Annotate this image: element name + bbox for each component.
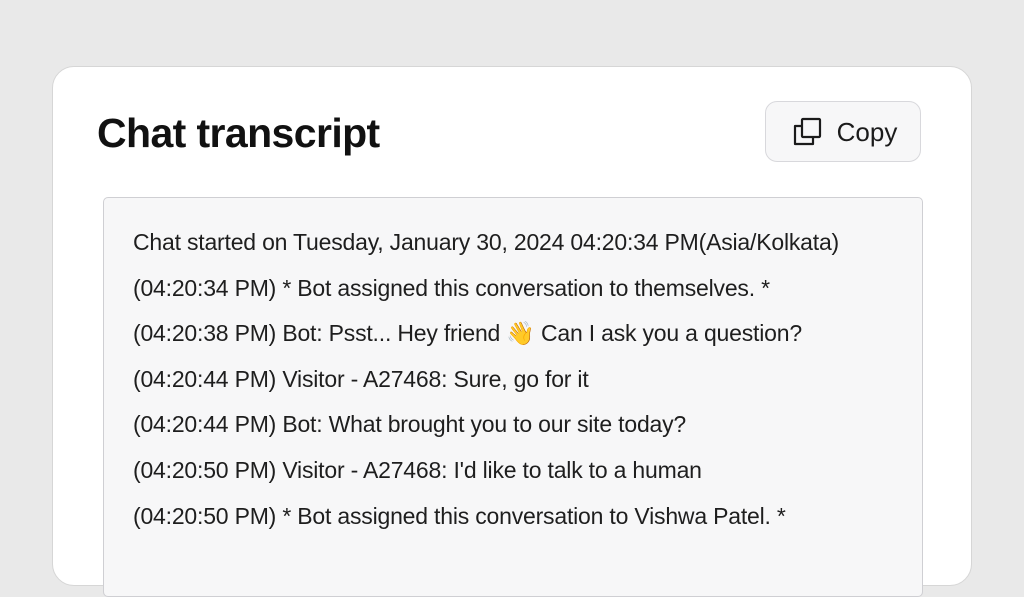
transcript-line: (04:20:50 PM) Visitor - A27468: I'd like…	[133, 456, 702, 483]
transcript-line: (04:20:34 PM) * Bot assigned this conver…	[133, 274, 770, 301]
copy-button-label: Copy	[836, 116, 898, 147]
transcript-line: (04:20:50 PM) * Bot assigned this conver…	[133, 502, 786, 529]
transcript-line: Chat started on Tuesday, January 30, 202…	[133, 229, 839, 255]
copy-icon	[793, 117, 823, 147]
transcript-box[interactable]: Chat started on Tuesday, January 30, 202…	[103, 197, 923, 597]
copy-button[interactable]: Copy	[765, 101, 921, 162]
transcript-line: (04:20:44 PM) Visitor - A27468: Sure, go…	[133, 365, 589, 392]
transcript-card: Chat transcript Copy Chat started on Tue…	[52, 66, 972, 597]
transcript-line: (04:20:44 PM) Bot: What brought you to o…	[133, 411, 687, 438]
page-title: Chat transcript	[97, 110, 380, 156]
transcript-line: (04:20:38 PM) Bot: Psst... Hey friend 👋 …	[133, 320, 802, 347]
